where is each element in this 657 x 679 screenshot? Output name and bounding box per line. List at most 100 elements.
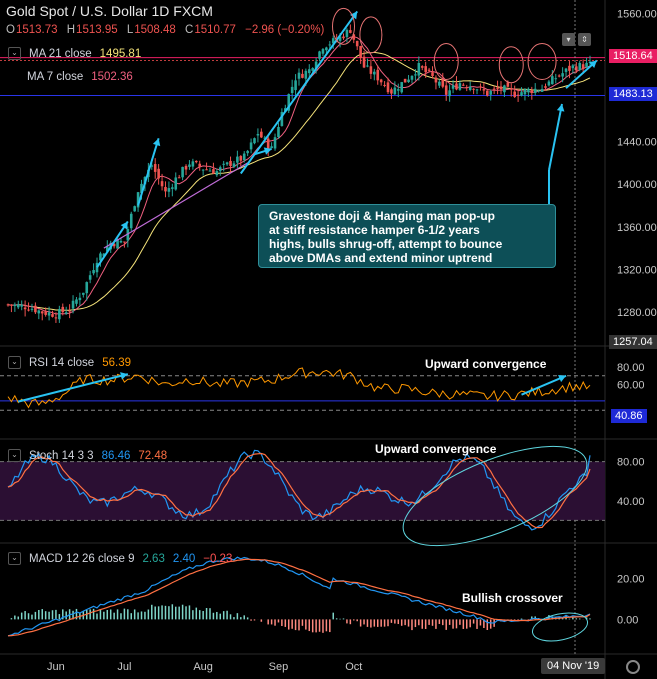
crossover-ellipse: [531, 612, 589, 642]
candle-body: [441, 78, 445, 87]
chevron-down-icon[interactable]: ⌄: [8, 47, 21, 60]
rsi-tick: 80.00: [617, 362, 645, 374]
candle-body: [485, 90, 489, 96]
candle-body: [383, 84, 386, 86]
time-tick: Jul: [117, 661, 131, 673]
candle-body: [201, 169, 205, 171]
rsi-tag: 40.86: [611, 409, 647, 423]
candle-body: [424, 66, 427, 73]
candle-body: [181, 166, 184, 178]
candle-body: [571, 65, 575, 69]
collapse-icon[interactable]: ▾: [562, 33, 575, 46]
candle-body: [68, 310, 71, 312]
candle-body: [489, 91, 493, 95]
candle-body: [468, 86, 472, 90]
candle-body: [294, 80, 297, 91]
candle-body: [277, 126, 280, 138]
candle-body: [273, 137, 277, 149]
candle-body: [540, 89, 544, 92]
time-tick: Sep: [269, 661, 289, 673]
candle-body: [581, 64, 585, 69]
candle-body: [54, 317, 58, 319]
candle-body: [198, 163, 202, 167]
pattern-circle: [498, 46, 524, 84]
price-tag-support: 1483.13: [609, 87, 657, 101]
candle-body: [222, 163, 225, 165]
candle-body: [407, 79, 410, 83]
candle-body: [410, 75, 414, 80]
candle-body: [520, 92, 523, 96]
candle-body: [6, 304, 10, 306]
candle-body: [359, 45, 362, 59]
candle-body: [37, 310, 41, 314]
candle-body: [369, 66, 373, 74]
candle-body: [270, 146, 273, 149]
pattern-circle: [527, 43, 557, 81]
price-tick: 1400.00: [617, 179, 657, 191]
candle-body: [479, 86, 482, 88]
macd-tick: 0.00: [617, 614, 638, 626]
ma21-legend[interactable]: ⌄ MA 21 close 1495.81: [8, 47, 141, 60]
candle-body: [88, 275, 92, 280]
candle-body: [492, 88, 496, 90]
candle-body: [184, 165, 188, 170]
chevron-down-icon[interactable]: ⌄: [8, 356, 21, 369]
gear-icon[interactable]: [626, 660, 640, 674]
candle-body: [547, 81, 551, 86]
price-tick: 1280.00: [617, 307, 657, 319]
price-tag-cursor: 1257.04: [609, 335, 657, 349]
candle-body: [44, 310, 47, 315]
candle-body: [51, 314, 54, 317]
candle-body: [249, 142, 253, 150]
candle-body: [472, 88, 475, 90]
cursor-date-tag: 04 Nov '19: [541, 658, 606, 674]
candle-body: [568, 65, 571, 71]
candle-body: [253, 138, 256, 144]
rsi-legend[interactable]: ⌄ RSI 14 close 56.39: [8, 356, 131, 369]
rsi-annotation: Upward convergence: [425, 357, 547, 371]
candle-body: [212, 169, 215, 174]
ma7-legend[interactable]: MA 7 close 1502.36: [27, 71, 133, 83]
candle-body: [256, 134, 260, 136]
chevron-down-icon[interactable]: ⌄: [8, 449, 21, 462]
candle-body: [509, 88, 513, 90]
candle-body: [71, 300, 75, 309]
candle-body: [506, 82, 510, 87]
candle-body: [537, 90, 540, 92]
candle-body: [376, 69, 380, 81]
candle-body: [194, 160, 198, 163]
candle-body: [188, 164, 191, 167]
candle-body: [239, 156, 243, 161]
macd-annotation: Bullish crossover: [462, 591, 563, 605]
rsi-tick: 60.00: [617, 379, 645, 391]
chart-canvas[interactable]: 1560.00 1440.00 1400.00 1360.00 1320.00 1280.…: [0, 0, 657, 679]
candle-body: [297, 72, 301, 79]
candle-body: [516, 94, 520, 96]
macd-legend[interactable]: ⌄ MACD 12 26 close 9 2.63 2.40 −0.23: [8, 552, 232, 565]
candle-body: [499, 86, 503, 90]
candle-body: [400, 82, 404, 93]
candle-body: [171, 187, 174, 189]
candle-body: [58, 309, 61, 320]
candle-body: [561, 73, 564, 77]
stoch-tick: 80.00: [617, 457, 645, 469]
time-tick: Aug: [193, 661, 213, 673]
candle-body: [27, 309, 30, 311]
candle-body: [533, 88, 537, 93]
stoch-band: [0, 461, 605, 521]
chevron-down-icon[interactable]: ⌄: [8, 552, 21, 565]
candle-body: [414, 74, 417, 76]
candle-body: [232, 163, 236, 167]
price-tick: 1560.00: [617, 9, 657, 21]
candle-body: [229, 160, 232, 166]
candle-body: [513, 91, 516, 97]
pattern-circle: [359, 16, 383, 54]
candle-body: [355, 40, 359, 47]
settings-icon[interactable]: ⇕: [578, 33, 591, 46]
legend-controls[interactable]: ▾ ⇕: [562, 33, 591, 46]
candle-body: [290, 86, 294, 94]
candle-body: [177, 177, 181, 179]
candle-body: [318, 51, 321, 59]
candle-body: [527, 88, 530, 93]
stoch-legend[interactable]: ⌄ Stoch 14 3 3 86.46 72.48: [8, 449, 167, 462]
